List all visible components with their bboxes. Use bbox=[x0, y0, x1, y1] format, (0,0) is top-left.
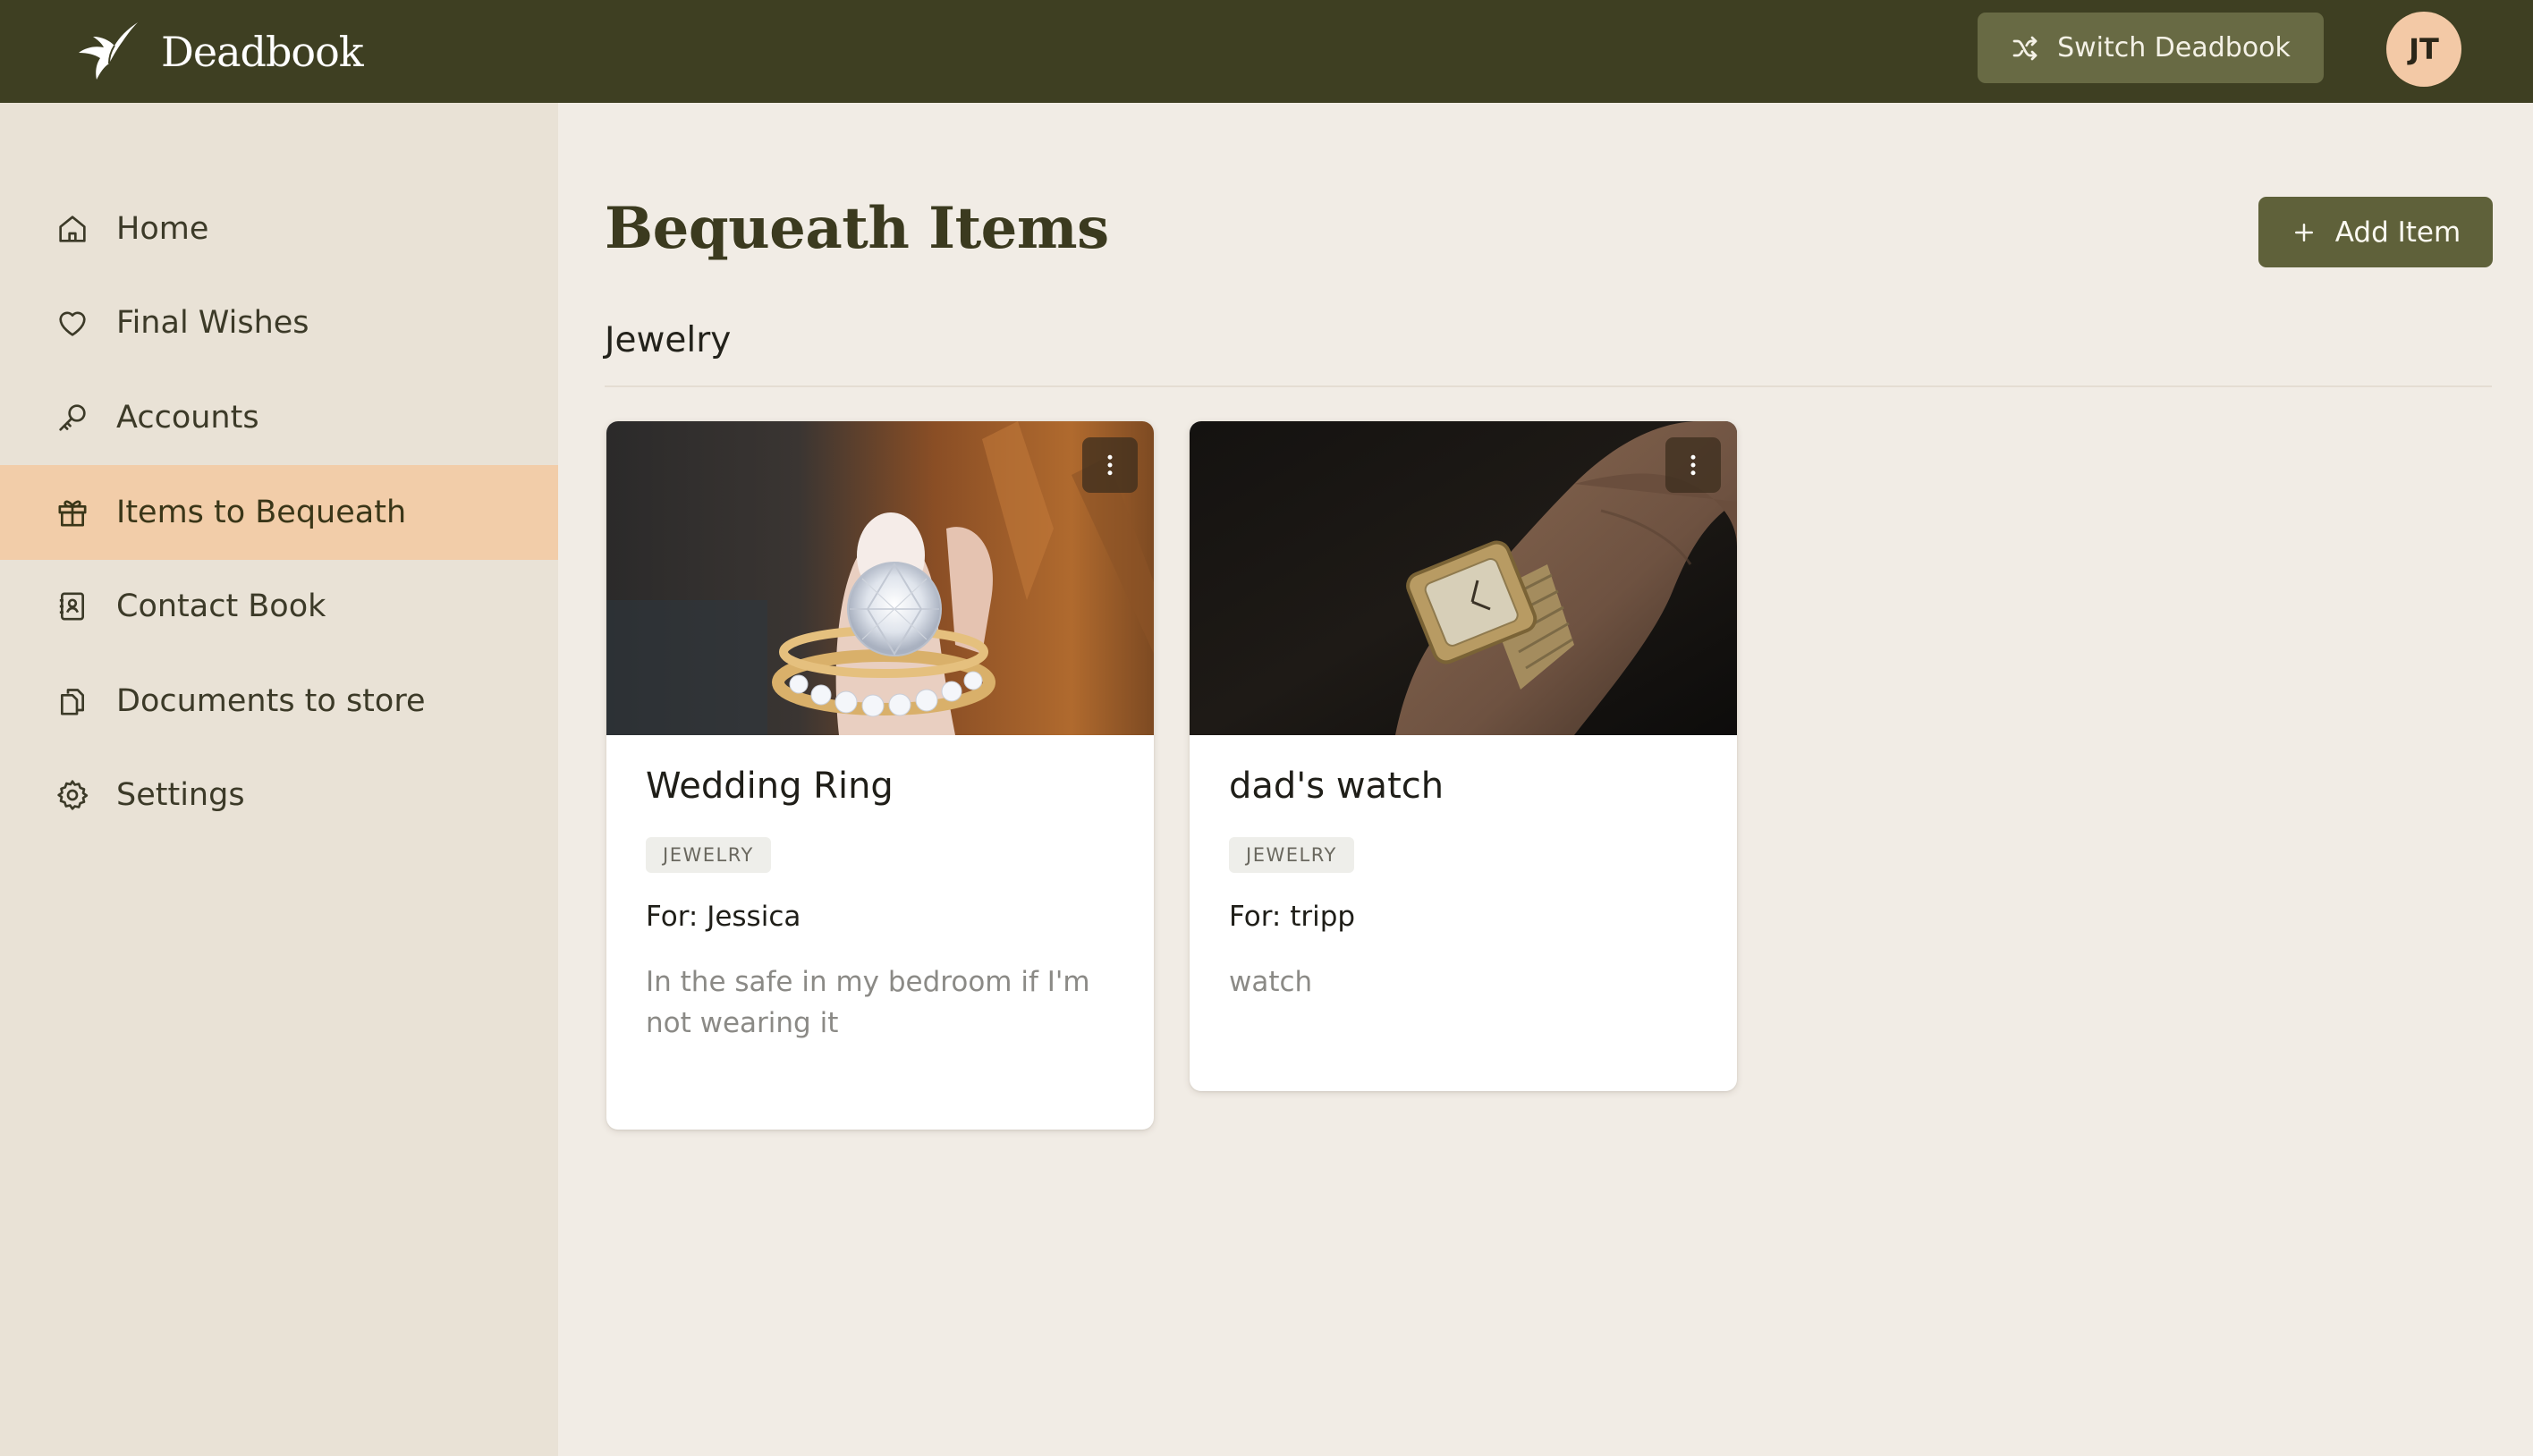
item-title: Wedding Ring bbox=[646, 766, 894, 807]
gear-icon bbox=[54, 776, 91, 814]
item-card-body: dad's watch JEWELRY For: tripp watch bbox=[1190, 766, 1737, 1091]
sidebar-item-home[interactable]: Home bbox=[0, 182, 558, 276]
item-note: In the safe in my bedroom if I'm not wea… bbox=[646, 966, 1090, 1039]
brand-logo[interactable]: Deadbook bbox=[75, 16, 364, 88]
wristwatch-photo bbox=[1190, 421, 1737, 735]
add-item-label: Add Item bbox=[2334, 216, 2461, 249]
heart-icon bbox=[54, 304, 91, 342]
gift-icon bbox=[54, 494, 91, 531]
shuffle-icon bbox=[2012, 36, 2037, 60]
item-card-body: Wedding Ring JEWELRY For: Jessica In the… bbox=[606, 766, 1154, 1130]
section-title-jewelry: Jewelry bbox=[605, 320, 732, 360]
plus-icon bbox=[2294, 223, 2313, 241]
category-tag: JEWELRY bbox=[646, 837, 771, 873]
more-vertical-icon bbox=[1690, 454, 1696, 476]
item-image bbox=[1190, 421, 1737, 735]
brand-name: Deadbook bbox=[161, 28, 364, 76]
sidebar-item-label: Home bbox=[116, 211, 209, 247]
item-card-dads-watch[interactable]: dad's watch JEWELRY For: tripp watch bbox=[1190, 421, 1737, 1091]
item-recipient: For: tripp bbox=[1229, 901, 1356, 933]
sidebar-item-label: Documents to store bbox=[116, 683, 426, 719]
item-menu-button[interactable] bbox=[1665, 437, 1721, 493]
section-divider bbox=[605, 385, 2492, 387]
sidebar: Home Final Wishes Accounts Items to Bequ… bbox=[0, 103, 558, 1456]
documents-icon bbox=[54, 682, 91, 720]
sidebar-item-final-wishes[interactable]: Final Wishes bbox=[0, 275, 558, 370]
switch-deadbook-label: Switch Deadbook bbox=[2057, 32, 2291, 63]
more-vertical-icon bbox=[1107, 454, 1113, 476]
diamond-ring-photo bbox=[606, 421, 1154, 735]
category-tag: JEWELRY bbox=[1229, 837, 1354, 873]
home-icon bbox=[54, 210, 91, 248]
sidebar-item-items-to-bequeath[interactable]: Items to Bequeath bbox=[0, 465, 558, 560]
page-title: Bequeath Items bbox=[605, 195, 1109, 262]
item-card-wedding-ring[interactable]: Wedding Ring JEWELRY For: Jessica In the… bbox=[606, 421, 1154, 1130]
item-image bbox=[606, 421, 1154, 735]
top-bar: Deadbook Switch Deadbook JT bbox=[0, 0, 2533, 103]
item-title: dad's watch bbox=[1229, 766, 1444, 807]
add-item-button[interactable]: Add Item bbox=[2258, 197, 2493, 267]
sidebar-item-label: Settings bbox=[116, 777, 245, 813]
item-recipient: For: Jessica bbox=[646, 901, 801, 933]
sidebar-item-label: Accounts bbox=[116, 400, 259, 436]
sidebar-item-contact-book[interactable]: Contact Book bbox=[0, 559, 558, 654]
sidebar-item-label: Contact Book bbox=[116, 588, 326, 624]
contact-book-icon bbox=[54, 588, 91, 625]
user-avatar[interactable]: JT bbox=[2386, 12, 2461, 87]
switch-deadbook-button[interactable]: Switch Deadbook bbox=[1978, 13, 2324, 83]
sidebar-item-accounts[interactable]: Accounts bbox=[0, 370, 558, 465]
hummingbird-icon bbox=[79, 22, 138, 80]
item-menu-button[interactable] bbox=[1082, 437, 1138, 493]
sidebar-item-settings[interactable]: Settings bbox=[0, 748, 558, 842]
sidebar-item-documents[interactable]: Documents to store bbox=[0, 654, 558, 749]
sidebar-item-label: Items to Bequeath bbox=[116, 495, 407, 530]
avatar-initials: JT bbox=[2409, 32, 2439, 66]
sidebar-item-label: Final Wishes bbox=[116, 305, 309, 341]
item-note: watch bbox=[1229, 966, 1313, 998]
key-icon bbox=[54, 399, 91, 436]
